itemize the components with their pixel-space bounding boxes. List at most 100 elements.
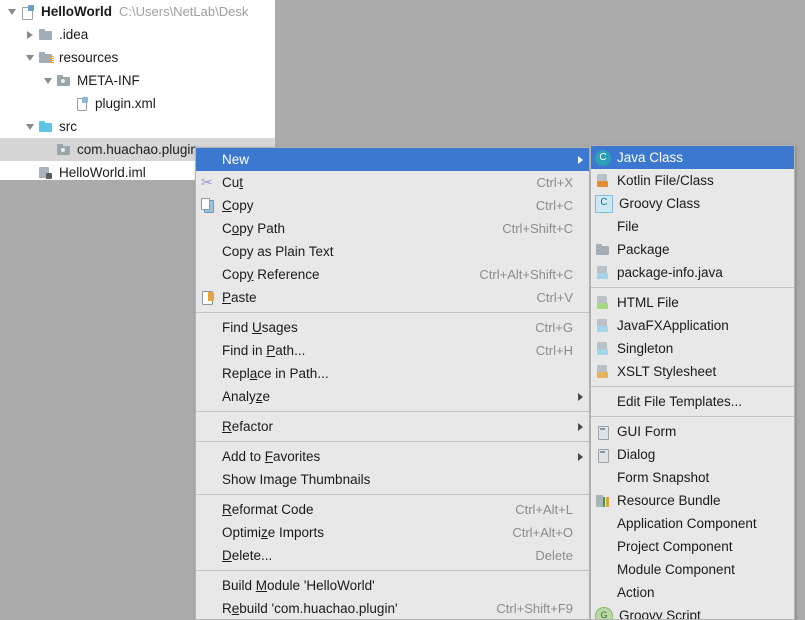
submenu-item-label: HTML File (617, 295, 679, 310)
submenu-arrow-icon (573, 155, 583, 164)
tree-twisty-expanded[interactable] (40, 77, 56, 84)
menu-item-icon-placeholder (200, 472, 216, 488)
submenu-item-application-component[interactable]: Application Component (591, 512, 794, 535)
menu-item-shortcut: Ctrl+C (535, 198, 573, 213)
menu-item-icon-placeholder (200, 578, 216, 594)
menu-item-icon-placeholder (200, 419, 216, 435)
package-folder-icon (56, 73, 72, 89)
xslt-file-icon (595, 364, 611, 380)
menu-item-cut[interactable]: Cut Ctrl+X (196, 171, 589, 194)
java-class-icon (595, 149, 611, 166)
submenu-item-package[interactable]: Package (591, 238, 794, 261)
menu-item-label: Add to Favorites (222, 449, 321, 464)
menu-item-icon-placeholder (200, 525, 216, 541)
menu-item-label: New (222, 152, 250, 167)
submenu-item-groovy-class[interactable]: Groovy Class (591, 192, 794, 215)
menu-item-find-in-path[interactable]: Find in Path... Ctrl+H (196, 339, 589, 362)
submenu-item-resource-bundle[interactable]: Resource Bundle (591, 489, 794, 512)
tree-twisty-expanded[interactable] (22, 54, 38, 61)
menu-item-new[interactable]: New (196, 148, 589, 171)
menu-item-find-usages[interactable]: Find Usages Ctrl+G (196, 316, 589, 339)
project-context-menu[interactable]: New Cut Ctrl+X Copy Ctrl+C Copy Path Ctrl+Shif… (195, 147, 590, 620)
tree-row-label: HelloWorld.iml (59, 165, 146, 180)
menu-item-build-module-helloworld[interactable]: Build Module 'HelloWorld' (196, 574, 589, 597)
submenu-item-gui-form[interactable]: GUI Form (591, 420, 794, 443)
iml-file-icon (38, 165, 54, 181)
menu-item-label: Build Module 'HelloWorld' (222, 578, 375, 593)
menu-item-label: Optimize Imports (222, 525, 325, 540)
menu-item-add-to-favorites[interactable]: Add to Favorites (196, 445, 589, 468)
submenu-item-kotlin-file-class[interactable]: Kotlin File/Class (591, 169, 794, 192)
menu-item-copy-reference[interactable]: Copy Reference Ctrl+Alt+Shift+C (196, 263, 589, 286)
menu-item-icon-placeholder (200, 548, 216, 564)
menu-item-optimize-imports[interactable]: Optimize Imports Ctrl+Alt+O (196, 521, 589, 544)
tree-row-resources[interactable]: resources (0, 46, 275, 69)
tree-row-meta-inf[interactable]: META-INF (0, 69, 275, 92)
menu-item-shortcut: Ctrl+X (536, 175, 573, 190)
submenu-item-action[interactable]: Action (591, 581, 794, 604)
menu-item-copy[interactable]: Copy Ctrl+C (196, 194, 589, 217)
cut-icon (200, 174, 216, 191)
submenu-item-package-info-java[interactable]: package-info.java (591, 261, 794, 284)
menu-item-copy-as-plain-text[interactable]: Copy as Plain Text (196, 240, 589, 263)
submenu-item-singleton[interactable]: Singleton (591, 337, 794, 360)
submenu-arrow-icon (573, 392, 583, 401)
tree-row-src[interactable]: src (0, 115, 275, 138)
menu-item-label: Paste (222, 290, 257, 305)
menu-separator (196, 570, 589, 571)
submenu-icon-placeholder (595, 539, 611, 555)
menu-item-shortcut: Delete (535, 548, 573, 563)
menu-item-replace-in-path[interactable]: Replace in Path... (196, 362, 589, 385)
menu-item-paste[interactable]: Paste Ctrl+V (196, 286, 589, 309)
submenu-item-file[interactable]: File (591, 215, 794, 238)
tree-twisty-expanded[interactable] (22, 123, 38, 130)
submenu-item-label: package-info.java (617, 265, 723, 280)
menu-item-label: Reformat Code (222, 502, 314, 517)
package-folder-icon (56, 142, 72, 158)
groovy-script-icon (595, 606, 613, 619)
menu-item-delete[interactable]: Delete... Delete (196, 544, 589, 567)
menu-item-label: Delete... (222, 548, 273, 563)
submenu-item-label: Action (617, 585, 655, 600)
submenu-item-html-file[interactable]: HTML File (591, 291, 794, 314)
xml-file-icon (74, 96, 90, 112)
submenu-item-project-component[interactable]: Project Component (591, 535, 794, 558)
menu-item-shortcut: Ctrl+Shift+C (502, 221, 573, 236)
submenu-item-label: Form Snapshot (617, 470, 710, 485)
submenu-item-groovy-script[interactable]: Groovy Script (591, 604, 794, 619)
menu-item-reformat-code[interactable]: Reformat Code Ctrl+Alt+L (196, 498, 589, 521)
tree-row-label: .idea (59, 27, 89, 42)
submenu-item-label: Groovy Class (619, 196, 701, 211)
submenu-item-xslt-stylesheet[interactable]: XSLT Stylesheet (591, 360, 794, 383)
menu-item-rebuild-com-huachao-plugin[interactable]: Rebuild 'com.huachao.plugin' Ctrl+Shift+F… (196, 597, 589, 619)
menu-separator (196, 312, 589, 313)
submenu-item-label: Package (617, 242, 670, 257)
tree-row-label: src (59, 119, 77, 134)
tree-row-helloworld[interactable]: HelloWorld C:\Users\NetLab\Desk (0, 0, 275, 23)
submenu-item-module-component[interactable]: Module Component (591, 558, 794, 581)
menu-item-shortcut: Ctrl+Alt+L (515, 502, 573, 517)
tree-row-plugin-xml[interactable]: plugin.xml (0, 92, 275, 115)
menu-item-icon-placeholder (200, 267, 216, 283)
menu-item-label: Copy (222, 198, 254, 213)
submenu-item-edit-file-templates[interactable]: Edit File Templates... (591, 390, 794, 413)
submenu-item-label: JavaFXApplication (617, 318, 729, 333)
submenu-item-java-class[interactable]: Java Class (591, 146, 794, 169)
menu-item-refactor[interactable]: Refactor (196, 415, 589, 438)
tree-row--idea[interactable]: .idea (0, 23, 275, 46)
menu-item-label: Copy as Plain Text (222, 244, 334, 259)
menu-item-show-image-thumbnails[interactable]: Show Image Thumbnails (196, 468, 589, 491)
menu-item-label: Find Usages (222, 320, 298, 335)
submenu-item-label: XSLT Stylesheet (617, 364, 717, 379)
submenu-item-form-snapshot[interactable]: Form Snapshot (591, 466, 794, 489)
menu-item-copy-path[interactable]: Copy Path Ctrl+Shift+C (196, 217, 589, 240)
menu-item-shortcut: Ctrl+Alt+O (512, 525, 573, 540)
submenu-item-javafxapplication[interactable]: JavaFXApplication (591, 314, 794, 337)
menu-item-icon-placeholder (200, 389, 216, 405)
tree-twisty-collapsed[interactable] (22, 30, 38, 39)
menu-item-analyze[interactable]: Analyze (196, 385, 589, 408)
new-submenu[interactable]: Java Class Kotlin File/Class Groovy Class F… (590, 145, 795, 620)
tree-twisty-expanded[interactable] (4, 8, 20, 15)
submenu-item-dialog[interactable]: Dialog (591, 443, 794, 466)
submenu-item-label: Kotlin File/Class (617, 173, 714, 188)
